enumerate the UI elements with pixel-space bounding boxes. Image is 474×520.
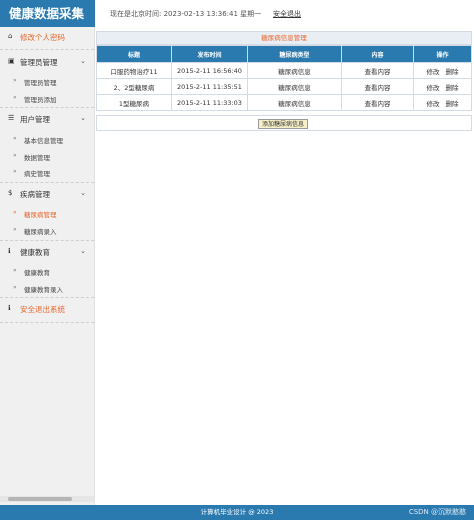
- column-header-time: 发布时间: [171, 45, 248, 63]
- divider: [0, 107, 94, 108]
- edit-link[interactable]: 修改: [427, 68, 440, 76]
- divider: [0, 322, 94, 323]
- divider: [0, 297, 94, 298]
- scrollbar-thumb[interactable]: [8, 497, 72, 501]
- divider: [0, 182, 94, 183]
- sidebar-item-label: 修改个人密码: [20, 33, 65, 42]
- bullet-icon: »: [13, 168, 17, 175]
- bullet-icon: »: [13, 94, 17, 101]
- row-type: 糖尿病信息: [247, 78, 342, 95]
- bullet-icon: »: [13, 226, 17, 233]
- sidebar-group-label: 用户管理: [20, 115, 50, 124]
- row-title: 2、2型糖尿病: [96, 78, 172, 95]
- bullet-icon: »: [13, 284, 17, 291]
- row-time: 2015-2-11 11:33:03: [171, 94, 248, 111]
- row-type: 糖尿病信息: [247, 94, 342, 111]
- sidebar-item-label: 数据管理: [24, 154, 50, 162]
- logout-link[interactable]: 安全退出: [273, 9, 301, 19]
- chevron-down-icon: ⌄: [80, 114, 86, 122]
- add-diabetes-info-button[interactable]: 添加糖尿病信息: [258, 119, 309, 129]
- row-title: 口服药物治疗11: [96, 62, 172, 79]
- sidebar-item-label: 基本信息管理: [24, 137, 63, 145]
- bullet-icon: »: [13, 77, 17, 84]
- diabetes-info-panel: 糖尿病信息管理 标题 发布时间 糖尿病类型 内容 操作 口服药物治疗11 201…: [96, 31, 472, 111]
- sidebar-group-label: 管理员管理: [20, 58, 58, 67]
- chevron-down-icon: ⌄: [80, 247, 86, 255]
- datetime-status: 现在是北京时间: 2023-02-13 13:36:41 星期一: [110, 10, 262, 18]
- delete-link[interactable]: 删除: [446, 84, 459, 92]
- delete-link[interactable]: 删除: [446, 100, 459, 108]
- divider: [0, 49, 94, 50]
- dollar-icon: $: [8, 189, 13, 197]
- row-actions: 修改 删除: [413, 62, 472, 79]
- column-header-content: 内容: [341, 45, 414, 63]
- divider: [0, 240, 94, 241]
- table-row: 2、2型糖尿病 2015-2-11 11:35:51 糖尿病信息 查看内容 修改…: [96, 78, 472, 95]
- view-content-link[interactable]: 查看内容: [341, 78, 414, 95]
- edit-link[interactable]: 修改: [427, 84, 440, 92]
- column-header-actions: 操作: [413, 45, 472, 63]
- sidebar-group-label: 疾病管理: [20, 190, 50, 199]
- home-icon: ⌂: [8, 32, 13, 40]
- info-icon: ℹ: [8, 304, 11, 312]
- app-title: 健康数据采集: [0, 0, 95, 27]
- table-row: 1型糖尿病 2015-2-11 11:33:03 糖尿病信息 查看内容 修改 删除: [96, 94, 472, 111]
- add-button-row: 添加糖尿病信息: [96, 115, 472, 131]
- column-header-type: 糖尿病类型: [247, 45, 342, 63]
- delete-link[interactable]: 删除: [446, 68, 459, 76]
- diabetes-table: 标题 发布时间 糖尿病类型 内容 操作 口服药物治疗11 2015-2-11 1…: [96, 45, 472, 111]
- sidebar-item-label: 糖尿病管理: [24, 211, 57, 219]
- row-time: 2015-2-11 11:35:51: [171, 78, 248, 95]
- info-icon: ℹ: [8, 247, 11, 255]
- watermark: CSDN @沉默憨憨: [408, 508, 466, 516]
- sidebar-group-label: 健康教育: [20, 248, 50, 257]
- sidebar-item-label: 健康教育录入: [24, 286, 63, 294]
- sidebar: ⌂ 修改个人密码 ▣ 管理员管理 ⌄ » 管理员管理 » 管理员添加 ☰ 用户管…: [0, 27, 95, 505]
- bullet-icon: »: [13, 267, 17, 274]
- row-actions: 修改 删除: [413, 78, 472, 95]
- bullet-icon: »: [13, 152, 17, 159]
- column-header-title: 标题: [96, 45, 172, 63]
- edit-link[interactable]: 修改: [427, 100, 440, 108]
- sidebar-item-label: 糖尿病录入: [24, 228, 57, 236]
- row-title: 1型糖尿病: [96, 94, 172, 111]
- cart-icon: ▣: [8, 57, 15, 65]
- bullet-icon: »: [13, 135, 17, 142]
- row-time: 2015-2-11 16:56:40: [171, 62, 248, 79]
- footer: 计算机毕业设计 @ 2023 CSDN @沉默憨憨: [0, 505, 474, 520]
- sidebar-item-label: 管理员添加: [24, 96, 57, 104]
- row-type: 糖尿病信息: [247, 62, 342, 79]
- view-content-link[interactable]: 查看内容: [341, 94, 414, 111]
- table-row: 口服药物治疗11 2015-2-11 16:56:40 糖尿病信息 查看内容 修…: [96, 62, 472, 79]
- sidebar-item-label: 管理员管理: [24, 79, 57, 87]
- sidebar-item-label: 安全退出系统: [20, 305, 65, 314]
- sidebar-item-label: 健康教育: [24, 269, 50, 277]
- top-header: 健康数据采集 现在是北京时间: 2023-02-13 13:36:41 星期一 …: [0, 0, 474, 27]
- chevron-down-icon: ⌄: [80, 57, 86, 65]
- list-icon: ☰: [8, 114, 15, 122]
- chevron-down-icon: ⌄: [80, 189, 86, 197]
- table-header-row: 标题 发布时间 糖尿病类型 内容 操作: [96, 45, 472, 63]
- view-content-link[interactable]: 查看内容: [341, 62, 414, 79]
- row-actions: 修改 删除: [413, 94, 472, 111]
- panel-title: 糖尿病信息管理: [96, 31, 472, 45]
- bullet-icon: »: [13, 209, 17, 216]
- footer-text: 计算机毕业设计 @ 2023: [200, 508, 274, 516]
- sidebar-item-label: 病史管理: [24, 170, 50, 178]
